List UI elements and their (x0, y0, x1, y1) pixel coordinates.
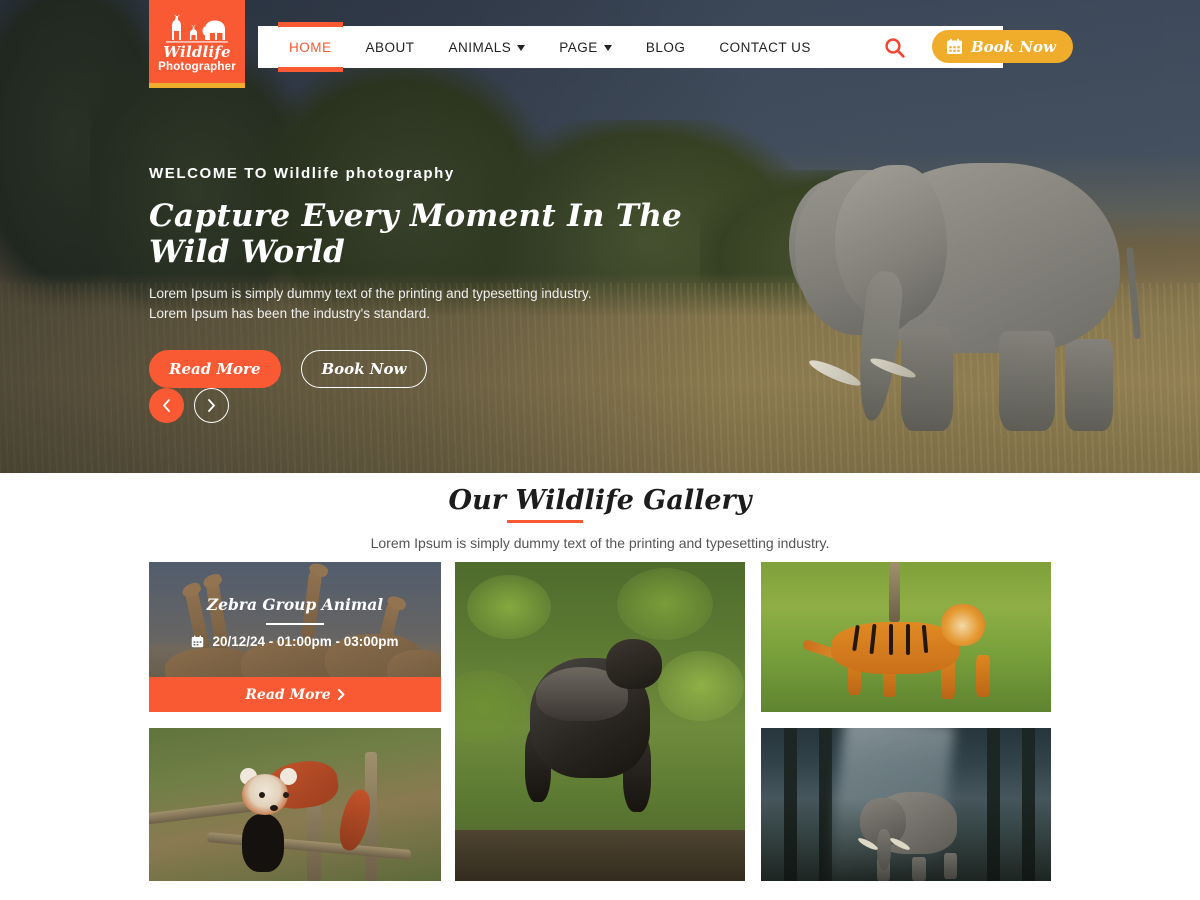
gallery-photo-tiger[interactable] (761, 562, 1051, 712)
nav-item-contact-us[interactable]: CONTACT US (702, 26, 828, 68)
nav-item-page[interactable]: PAGE (542, 26, 629, 68)
photo-foliage (466, 574, 551, 639)
header-book-now-button[interactable]: Book Now (932, 30, 1073, 63)
card-read-more-label: Read More (245, 686, 331, 703)
gallery-title: Our Wildlife Gallery (449, 485, 751, 526)
search-button[interactable] (882, 35, 908, 61)
nav-list: HOME ABOUT ANIMALS PAGE BLOG CONTACT US (258, 22, 828, 72)
site-logo[interactable]: Wildlife Photographer (149, 0, 245, 88)
tiger-body (830, 622, 959, 674)
photo-foliage (658, 651, 744, 722)
card-read-more-button[interactable]: Read More (149, 677, 441, 712)
panda-nose (270, 804, 279, 811)
search-icon (885, 38, 905, 58)
nav-label: PAGE (559, 39, 598, 55)
logo-name-secondary: Photographer (158, 60, 236, 73)
panda-eye (258, 792, 265, 799)
gallery-photo-gorilla[interactable] (455, 562, 745, 881)
gallery-section: Our Wildlife Gallery Lorem Ipsum is simp… (0, 473, 1200, 900)
read-more-button[interactable]: Read More (149, 349, 281, 388)
elephant-leg (911, 856, 926, 881)
book-now-label: Book Now (971, 37, 1056, 56)
hero-description: Lorem Ipsum is simply dummy text of the … (149, 284, 769, 324)
tiger-stripe (888, 623, 893, 655)
hero-actions: Read More Book Now (149, 349, 769, 388)
gorilla-head (605, 638, 662, 689)
chevron-right-icon (337, 689, 345, 700)
forest-elephant-photo (761, 728, 1051, 881)
carousel-controls (149, 388, 229, 423)
hero-eyebrow: WELCOME TO Wildlife photography (149, 165, 455, 182)
card-date-text: 20/12/24 - 01:00pm - 03:00pm (212, 633, 399, 649)
nav-label: BLOG (645, 39, 686, 55)
card-title: Zebra Group Animal (206, 595, 384, 614)
gallery-photo-red-panda[interactable] (149, 728, 441, 881)
tiger-leg (975, 655, 990, 697)
tiger-stripe (906, 623, 910, 655)
card-content: Zebra Group Animal 20/12/24 - 01:00pm - … (149, 595, 441, 649)
carousel-next-button[interactable] (194, 388, 229, 423)
tiger-head (940, 604, 985, 646)
photo-foliage (455, 670, 528, 745)
panda-chest (242, 813, 285, 872)
gallery-subtitle: Lorem Ipsum is simply dummy text of the … (370, 535, 830, 551)
book-now-button[interactable]: Book Now (300, 349, 428, 388)
main-navigation: HOME ABOUT ANIMALS PAGE BLOG CONTACT US (258, 22, 1003, 72)
card-divider (266, 623, 324, 625)
chevron-right-icon (208, 399, 215, 412)
gallery-photo-forest-elephant[interactable] (761, 728, 1051, 881)
tiger-photo (761, 562, 1051, 712)
site-header: Wildlife Photographer HOME ABOUT ANIMALS… (0, 0, 1200, 95)
carousel-prev-button[interactable] (149, 388, 184, 423)
gallery-card-zebra-group[interactable]: Zebra Group Animal 20/12/24 - 01:00pm - … (149, 562, 441, 712)
gallery-grid: Zebra Group Animal 20/12/24 - 01:00pm - … (149, 562, 1051, 882)
photo-tree-trunk (784, 728, 798, 881)
red-panda-photo (149, 728, 441, 881)
card-date: 20/12/24 - 01:00pm - 03:00pm (149, 634, 441, 649)
hero-description-line: Lorem Ipsum has been the industry's stan… (149, 305, 430, 321)
gorilla-photo (455, 562, 745, 881)
nav-item-blog[interactable]: BLOG (629, 26, 703, 68)
chevron-down-icon (517, 45, 526, 51)
nav-label: ANIMALS (448, 39, 512, 55)
nav-label: HOME (289, 39, 332, 55)
calendar-icon (947, 38, 962, 54)
logo-name-primary: Wildlife (163, 42, 231, 61)
photo-tree-trunk (1022, 728, 1035, 881)
nav-label: ABOUT (365, 39, 415, 55)
gallery-header: Our Wildlife Gallery Lorem Ipsum is simp… (0, 473, 1200, 551)
photo-foliage (617, 568, 714, 641)
chevron-left-icon (163, 399, 170, 412)
hero-description-line: Lorem Ipsum is simply dummy text of the … (149, 286, 592, 301)
photo-tree-trunk (888, 562, 900, 622)
chevron-down-icon (603, 45, 612, 51)
photo-tree-trunk (987, 728, 1001, 881)
nav-item-animals[interactable]: ANIMALS (432, 26, 543, 68)
photo-ground (455, 829, 745, 881)
elephant-leg (943, 853, 957, 880)
calendar-icon (192, 635, 204, 647)
nav-item-home[interactable]: HOME (272, 22, 349, 72)
panda-head (242, 773, 289, 815)
hero-title: Capture Every Moment In The Wild World (149, 198, 683, 270)
wildlife-animals-icon (166, 14, 228, 43)
nav-item-about[interactable]: ABOUT (349, 26, 432, 68)
nav-label: CONTACT US (719, 39, 811, 55)
hero-content: WELCOME TO Wildlife photography Capture … (149, 165, 769, 388)
elephant-trunk (877, 828, 891, 871)
